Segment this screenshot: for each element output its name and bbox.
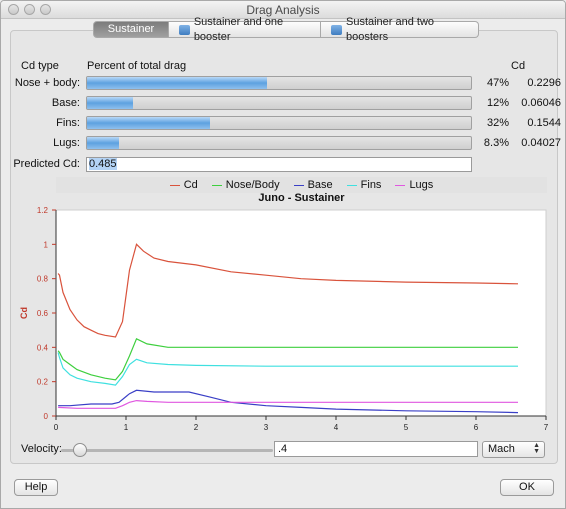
legend-label: Cd [183,179,198,191]
header-cd: Cd [511,60,526,72]
cd-value: 0.06046 [521,97,561,109]
chart-title: Juno - Sustainer [258,192,345,204]
cd-value: 0.2296 [527,77,561,89]
y-tick-label: 1 [44,240,49,249]
velocity-field[interactable]: .4 [274,441,478,457]
chart-legend: Cd Nose/Body Base Fins Lugs [56,177,547,193]
x-tick-label: 7 [544,423,549,432]
velocity-label: Velocity: [21,443,62,455]
percent-value: 32% [486,117,509,129]
percent-bar-fill [87,77,268,89]
y-tick-label: 0 [44,412,49,421]
legend-swatch [395,184,406,186]
percent-bar [86,136,472,150]
x-tick-label: 0 [54,423,59,432]
plot-area [55,209,547,417]
tab-label: Sustainer and two boosters [345,15,435,43]
percent-bar-fill [87,117,210,129]
drag-chart: 0 0.2 0.4 0.6 0.8 1 1.2 0 1 2 3 4 5 6 7 Cd [19,206,549,432]
cd-value: 0.04027 [521,137,561,149]
row-label: Nose + body: [14,77,80,89]
tab-sustainer-one-booster[interactable]: Sustainer and one booster [169,16,321,43]
header-percent: Percent of total drag [87,60,187,72]
x-tick-label: 2 [194,423,199,432]
row-label: Lugs: [53,137,80,149]
legend-item: Lugs [395,179,433,191]
legend-label: Nose/Body [225,179,280,191]
updown-arrows-icon: ▲ ▼ [533,442,540,455]
legend-label: Fins [360,179,382,191]
velocity-slider-thumb[interactable] [72,443,87,457]
legend-swatch [293,184,304,186]
percent-value: 12% [486,97,509,109]
y-tick-label: 0.4 [37,343,49,352]
y-tick-label: 0.2 [37,378,49,387]
row-label: Base: [51,97,80,109]
legend-label: Lugs [409,179,434,191]
legend-item: Cd [169,179,198,191]
percent-value: 47% [486,77,509,89]
predicted-cd-value: 0.485 [89,158,117,170]
x-tick-label: 1 [124,423,129,432]
x-tick-label: 4 [334,423,339,432]
x-tick-label: 3 [264,423,269,432]
percent-bar-fill [87,137,119,149]
percent-bar [86,116,472,130]
tab-label: Sustainer [107,23,155,35]
ok-button[interactable]: OK [500,479,554,496]
predicted-cd-field[interactable]: 0.485 [86,157,472,172]
header-cd-type: Cd type [21,60,59,72]
legend-label: Base [307,179,333,191]
legend-swatch [169,184,180,186]
x-tick-label: 5 [404,423,409,432]
row-label: Fins: [56,117,80,129]
unit-selected-value: Mach [488,443,515,455]
percent-bar [86,76,472,90]
cd-value: 0.1544 [527,117,561,129]
tab-sustainer-two-boosters[interactable]: Sustainer and two boosters [321,16,479,43]
predicted-cd-label: Predicted Cd: [13,158,80,170]
y-tick-label: 1.2 [37,206,49,215]
legend-item: Base [293,179,333,191]
y-tick-label: 0.6 [37,309,49,318]
legend-item: Fins [346,179,382,191]
percent-bar [86,96,472,110]
tab-bar: Sustainer Sustainer and one booster Sust… [93,16,479,43]
y-axis-label: Cd [19,307,29,319]
y-tick-label: 0.8 [37,275,49,284]
legend-item: Nose/Body [211,179,280,191]
booster-icon [331,24,342,35]
tab-label: Sustainer and one booster [193,15,284,43]
velocity-slider-track[interactable] [61,449,273,452]
tab-sustainer[interactable]: Sustainer [93,21,169,38]
percent-bar-fill [87,97,134,109]
drag-analysis-window: Drag Analysis Sustainer Sustainer and on… [0,0,566,509]
legend-swatch [346,184,357,186]
percent-value: 8.3% [483,137,509,149]
booster-icon [179,24,190,35]
velocity-unit-select[interactable]: Mach ▲ ▼ [482,441,545,458]
help-button[interactable]: Help [14,479,58,496]
legend-swatch [211,184,222,186]
x-tick-label: 6 [474,423,479,432]
